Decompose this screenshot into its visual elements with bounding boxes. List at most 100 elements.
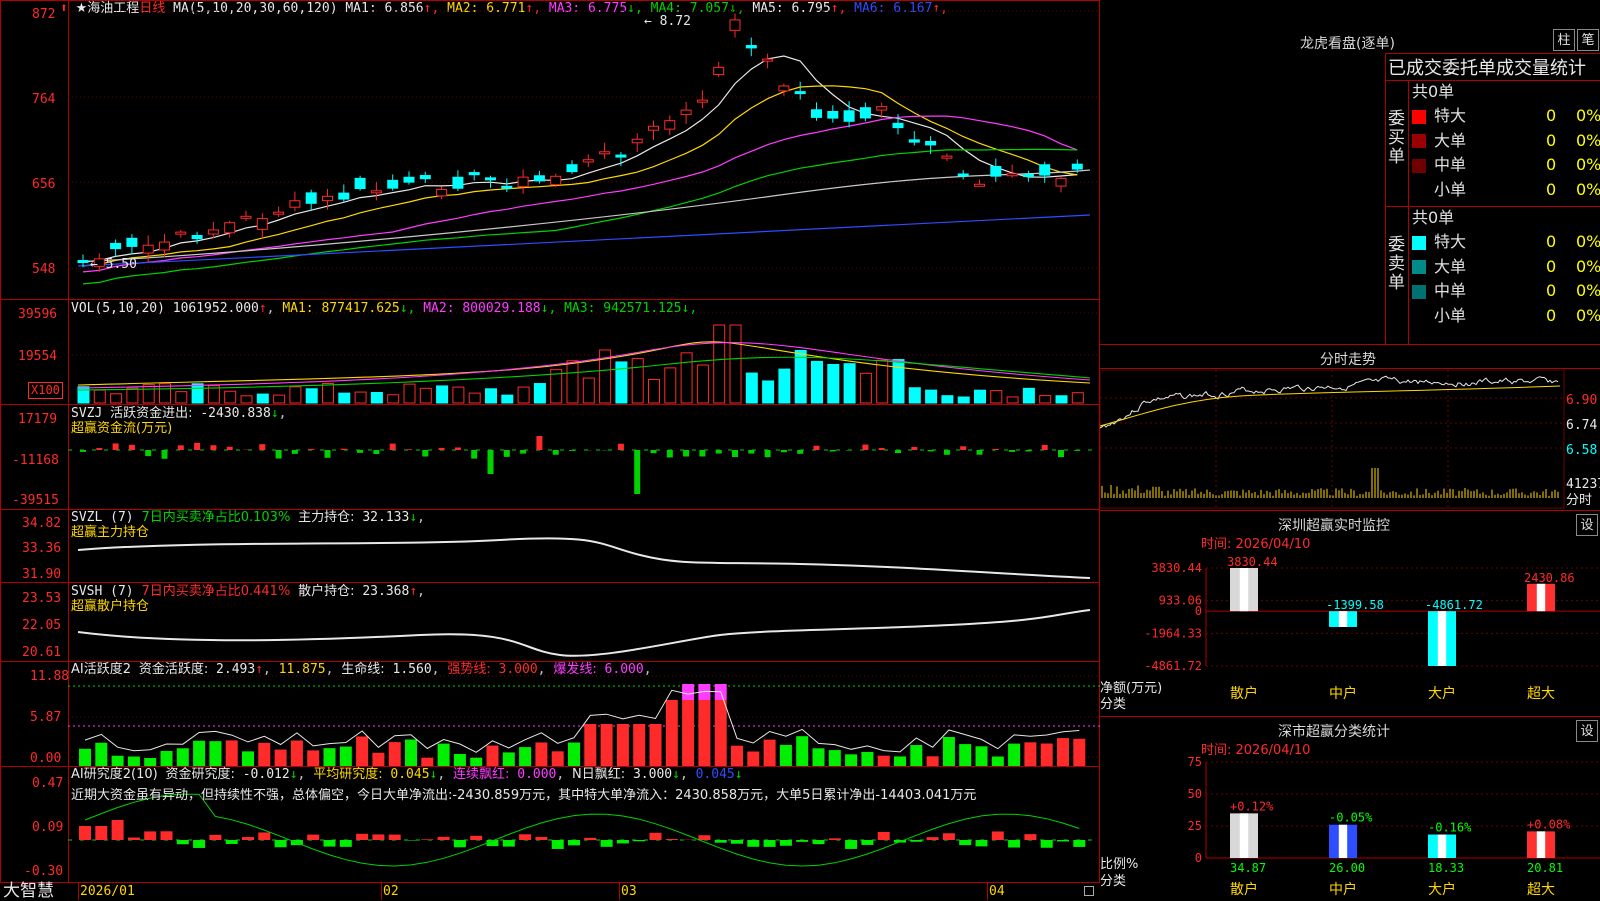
candle-body bbox=[323, 196, 333, 200]
candle-body bbox=[257, 219, 267, 230]
candle-body bbox=[600, 152, 610, 154]
svzj-bar bbox=[797, 450, 803, 454]
ai-research-bar bbox=[307, 835, 319, 840]
monitor-top-border bbox=[1100, 510, 1600, 511]
ai1-burst-value: 6.000 bbox=[605, 662, 644, 677]
ai-research-bar bbox=[519, 834, 531, 840]
candle-body bbox=[958, 174, 968, 176]
classify-y-tick: 50 bbox=[1188, 787, 1202, 801]
svzl-label: 主力持仓: bbox=[298, 510, 354, 525]
svzj-bar bbox=[553, 450, 559, 455]
volume-bar bbox=[681, 353, 692, 403]
ai-activity-bar bbox=[976, 746, 988, 766]
volume-bar bbox=[958, 397, 969, 403]
stats-side-divider bbox=[1408, 80, 1409, 345]
candle-body bbox=[812, 110, 822, 118]
order-row-buy-rows-1: 特大00% bbox=[1412, 104, 1600, 128]
svzl-value: 32.133 bbox=[362, 510, 409, 525]
candlestick-chart[interactable] bbox=[0, 0, 1100, 883]
ai-activity-bar bbox=[275, 750, 287, 766]
svzl-holding-line bbox=[78, 538, 1090, 578]
ai-activity-bar bbox=[226, 740, 238, 766]
candle-body bbox=[225, 223, 235, 233]
candle-body bbox=[420, 176, 430, 179]
candle-body bbox=[779, 86, 789, 91]
ai-activity-bar bbox=[1057, 738, 1069, 766]
volume-bar bbox=[502, 395, 513, 403]
svzj-arrow: ↓ bbox=[271, 406, 279, 421]
intraday-tick-2: 6.74 bbox=[1566, 418, 1597, 434]
svzj-bar bbox=[129, 445, 135, 450]
order-type-label: 大单 bbox=[1434, 257, 1466, 276]
stats-left-border bbox=[1385, 53, 1386, 345]
volume-bar bbox=[795, 350, 806, 403]
ai-activity-bar bbox=[79, 749, 91, 766]
classify-bar-value: 26.00 bbox=[1329, 861, 1365, 875]
volume-bar bbox=[877, 360, 888, 403]
tick-feb bbox=[381, 882, 382, 900]
lock-icon[interactable] bbox=[1084, 886, 1094, 896]
svzj-bar bbox=[536, 436, 542, 450]
volume-bar bbox=[665, 368, 676, 403]
monitor-y-tick: -4861.72 bbox=[1144, 659, 1202, 673]
classify-axis-sub: 分类 bbox=[1100, 874, 1126, 890]
ai-research-bar bbox=[372, 834, 384, 840]
svzl-sub: 超赢主力持仓 bbox=[71, 525, 149, 541]
ai-activity-bar bbox=[845, 754, 857, 766]
candle-body bbox=[339, 193, 349, 199]
ai-activity-bar bbox=[193, 741, 205, 766]
monitor-bar-散户 bbox=[1230, 568, 1258, 611]
classify-settings-button[interactable]: 设 bbox=[1576, 720, 1598, 742]
volume-bar bbox=[860, 373, 871, 403]
volume-bar bbox=[730, 325, 741, 403]
order-color-swatch bbox=[1412, 159, 1426, 173]
vol-value: 1061952.000 bbox=[173, 301, 259, 316]
candle-body bbox=[828, 111, 838, 118]
monitor-settings-button[interactable]: 设 bbox=[1576, 514, 1598, 536]
order-count: 0 bbox=[1546, 304, 1556, 328]
order-count: 0 bbox=[1546, 129, 1556, 153]
vol-arrow: ↑ bbox=[259, 301, 267, 316]
intraday-tick-3: 6.58 bbox=[1566, 443, 1597, 459]
ma-item-arrow-2: ↓, bbox=[541, 301, 557, 316]
vol-unit-badge[interactable]: X100 bbox=[28, 382, 63, 399]
svzj-bar bbox=[911, 447, 917, 450]
svzj-bar bbox=[80, 450, 86, 452]
candle-body bbox=[241, 216, 251, 218]
high-price-label: ← 8.72 bbox=[644, 14, 691, 30]
moving-average-line bbox=[83, 149, 1077, 284]
ai2-last-value: 0.045 bbox=[696, 767, 735, 782]
bar-mode-button[interactable]: 柱 bbox=[1553, 29, 1575, 51]
classify-bar-散户 bbox=[1230, 813, 1258, 858]
ai-activity-bar bbox=[764, 740, 776, 766]
monitor-bar-大户 bbox=[1428, 611, 1456, 666]
svzj-bar bbox=[162, 450, 168, 459]
ai-activity-bar bbox=[128, 757, 140, 766]
svzj-bar bbox=[993, 449, 999, 450]
ai2-n-value: 3.000 bbox=[633, 767, 672, 782]
svzj-bar bbox=[439, 448, 445, 450]
candle-body bbox=[1056, 178, 1066, 186]
ai-activity-bar bbox=[1008, 744, 1020, 766]
ai-research-bar bbox=[584, 838, 596, 840]
intraday-avg-line bbox=[1100, 386, 1560, 426]
order-color-swatch bbox=[1412, 134, 1426, 148]
intraday-chart[interactable] bbox=[1100, 370, 1600, 510]
ai-activity-bar bbox=[878, 756, 890, 766]
order-color-swatch bbox=[1412, 285, 1426, 299]
ai-activity-bar bbox=[535, 742, 547, 766]
ai-research-bar bbox=[193, 840, 205, 848]
svzj-bar bbox=[651, 450, 657, 453]
candle-body bbox=[534, 176, 544, 181]
ai-research-bar bbox=[144, 831, 156, 840]
ai-activity-bar bbox=[144, 758, 156, 766]
pen-mode-button[interactable]: 笔 bbox=[1577, 29, 1599, 51]
order-type-label: 小单 bbox=[1434, 306, 1466, 325]
volume-bar bbox=[1023, 388, 1034, 403]
ai-research-bar bbox=[992, 831, 1004, 840]
volume-bar bbox=[714, 325, 725, 403]
ai-activity-bar bbox=[796, 736, 808, 766]
candle-body bbox=[371, 191, 381, 193]
ai-activity-bar bbox=[356, 736, 368, 766]
monitor-bar-value: -1399.58 bbox=[1326, 598, 1384, 612]
